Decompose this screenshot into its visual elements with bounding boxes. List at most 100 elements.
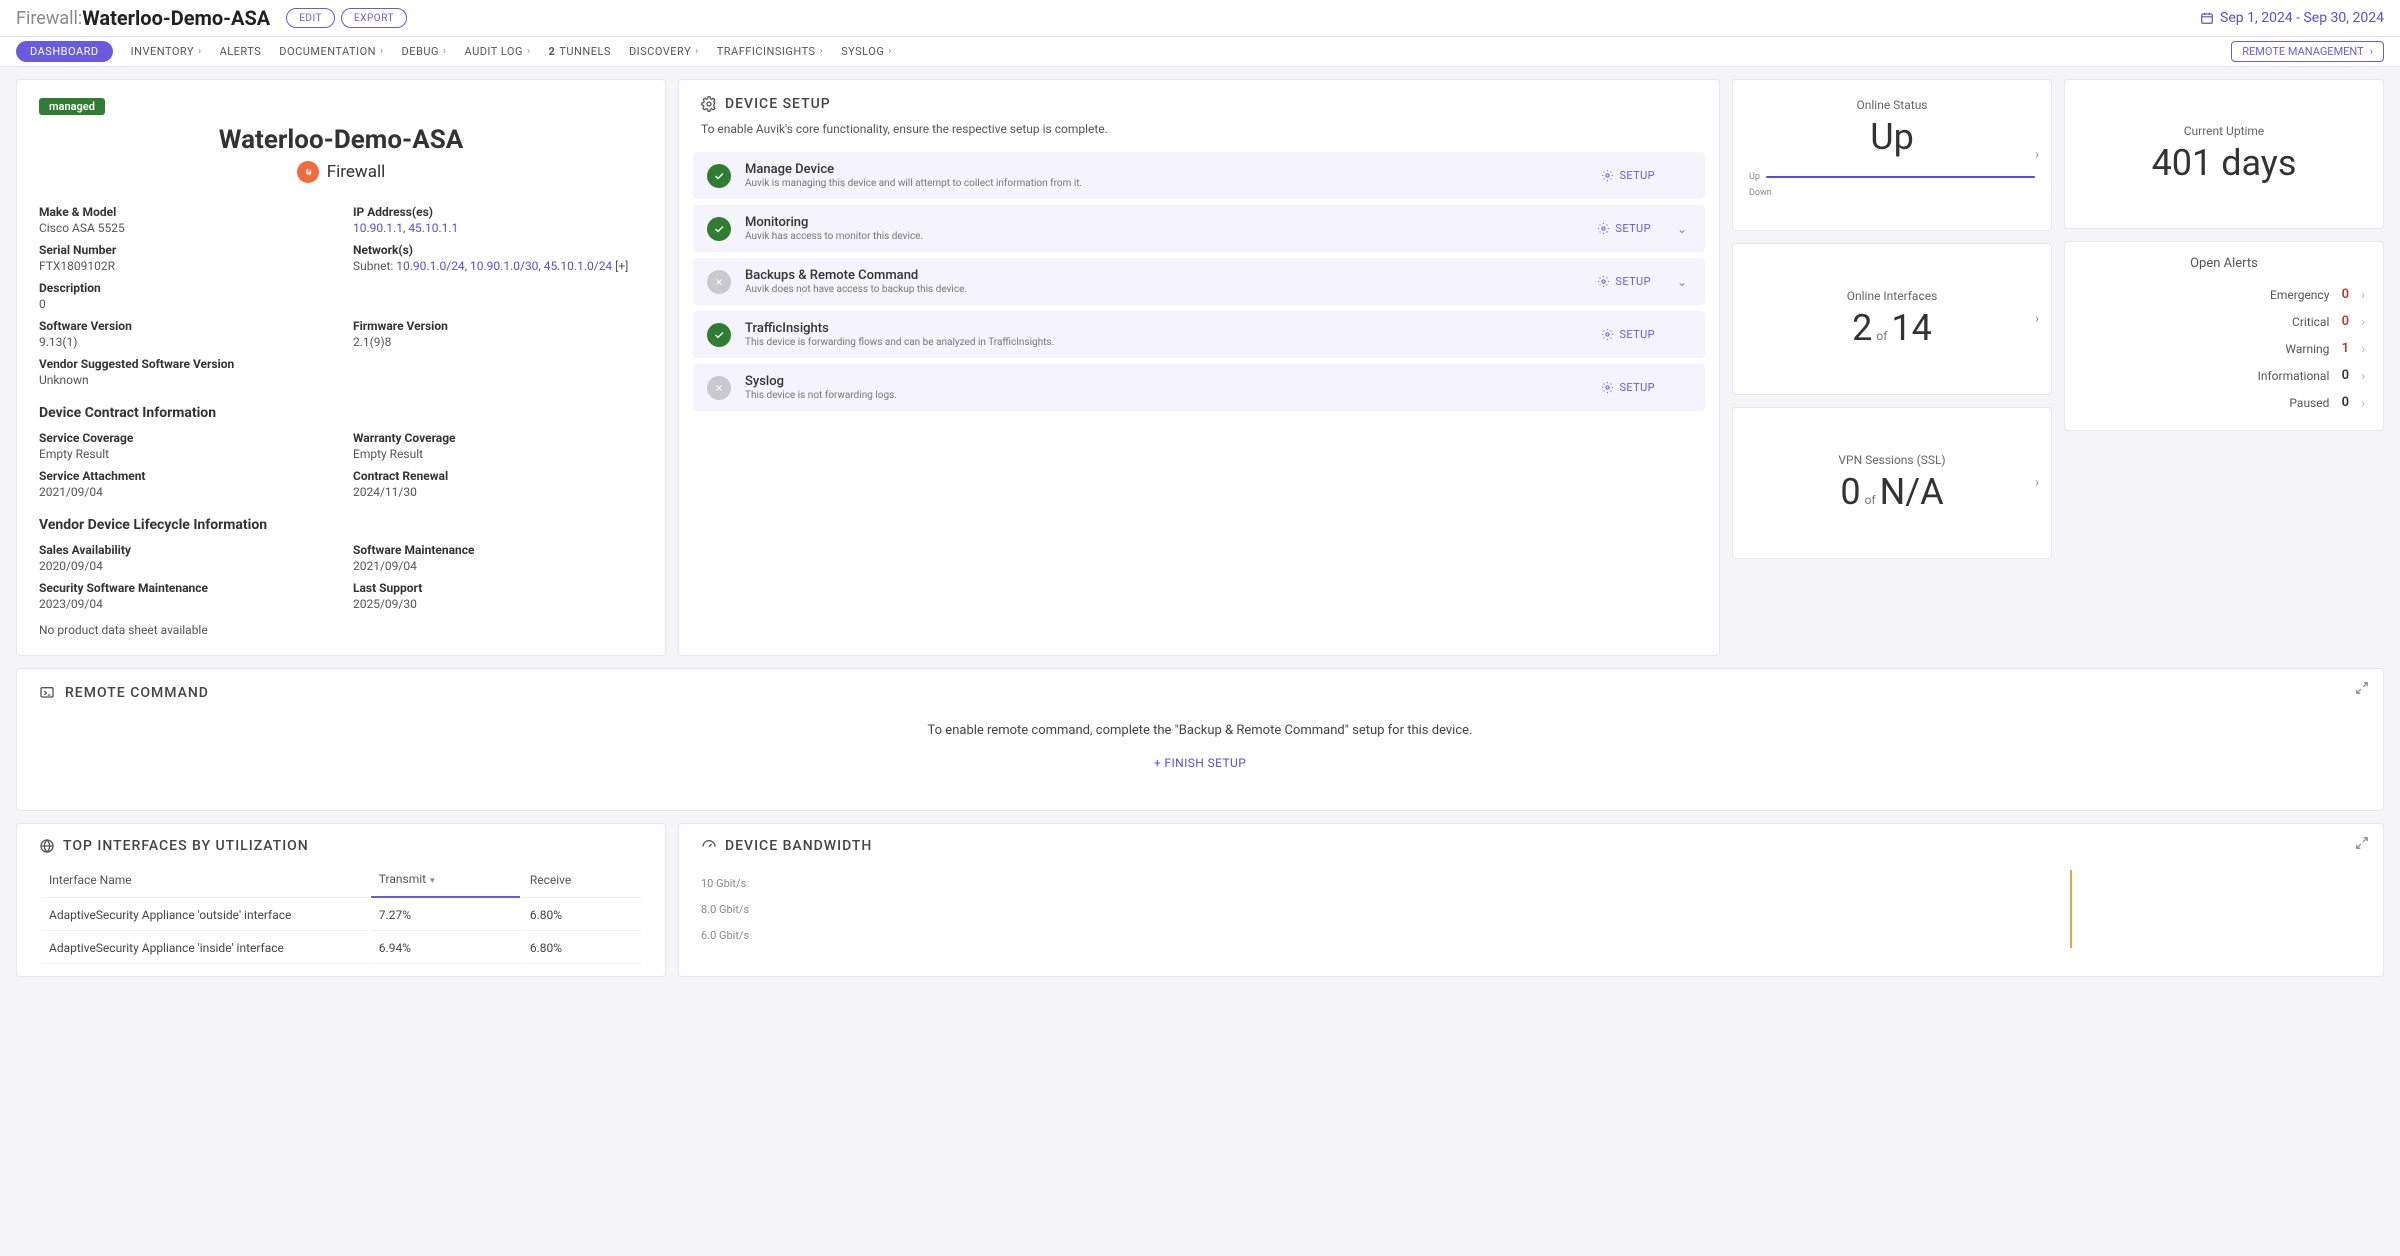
device-setup-card: DEVICE SETUP To enable Auvik's core func…	[678, 79, 1720, 656]
date-range-label: Sep 1, 2024 - Sep 30, 2024	[2220, 10, 2384, 26]
panel-title: TOP INTERFACES BY UTILIZATION	[63, 838, 309, 854]
panel-title: DEVICE BANDWIDTH	[725, 838, 872, 854]
chevron-right-icon: ›	[2361, 288, 2365, 302]
tab-alerts[interactable]: ALERTS	[220, 41, 262, 62]
edit-button[interactable]: EDIT	[286, 8, 335, 28]
page-title: Waterloo-Demo-ASA	[82, 6, 270, 30]
alert-row[interactable]: Informational0›	[2083, 362, 2365, 389]
expand-icon[interactable]	[2355, 681, 2369, 699]
panel-title: REMOTE COMMAND	[65, 685, 209, 701]
chevron-right-icon: ›	[198, 46, 202, 57]
setup-row: Backups & Remote CommandAuvik does not h…	[693, 258, 1705, 305]
setup-description: To enable Auvik's core functionality, en…	[679, 118, 1719, 152]
chevron-right-icon: ›	[2361, 315, 2365, 329]
device-info-card: managed Waterloo-Demo-ASA Firewall Make …	[16, 79, 666, 656]
setup-link[interactable]: SETUP	[1601, 169, 1655, 182]
chevron-right-icon: ›	[888, 46, 892, 57]
col-receive[interactable]: Receive	[522, 866, 641, 898]
tab-audit-log[interactable]: AUDIT LOG›	[465, 41, 531, 62]
top-interfaces-card: TOP INTERFACES BY UTILIZATION Interface …	[16, 823, 666, 977]
chevron-right-icon: ›	[380, 46, 384, 57]
gear-icon	[701, 96, 717, 112]
setup-row: TrafficInsightsThis device is forwarding…	[693, 311, 1705, 358]
remote-command-message: To enable remote command, complete the "…	[39, 701, 2361, 742]
table-row[interactable]: AdaptiveSecurity Appliance 'outside' int…	[41, 900, 641, 931]
x-icon	[707, 270, 731, 294]
breadcrumb-prefix: Firewall:	[16, 8, 82, 29]
online-status-card[interactable]: Online Status Up Up Down ›	[1732, 79, 2052, 231]
check-icon	[707, 323, 731, 347]
globe-icon	[39, 838, 55, 854]
ip-link[interactable]: 45.10.1.1	[408, 221, 458, 235]
network-link[interactable]: 10.90.1.0/24	[396, 259, 464, 273]
col-interface-name[interactable]: Interface Name	[41, 866, 369, 898]
vpn-sessions-card[interactable]: VPN Sessions (SSL) 0 of N/A ›	[1732, 407, 2052, 559]
chevron-right-icon: ›	[2370, 45, 2373, 58]
gauge-icon	[701, 838, 717, 854]
setup-link[interactable]: SETUP	[1597, 275, 1651, 288]
device-name: Waterloo-Demo-ASA	[39, 125, 643, 155]
online-interfaces-card[interactable]: Online Interfaces 2 of 14 ›	[1732, 243, 2052, 395]
tab-documentation[interactable]: DOCUMENTATION›	[279, 41, 383, 62]
tab-debug[interactable]: DEBUG›	[402, 41, 447, 62]
setup-row: Manage DeviceAuvik is managing this devi…	[693, 152, 1705, 199]
top-bar: Firewall: Waterloo-Demo-ASA EDIT EXPORT …	[0, 0, 2400, 37]
bandwidth-marker	[2070, 870, 2072, 948]
finish-setup-link[interactable]: + FINISH SETUP	[39, 756, 2361, 770]
tab-bar: DASHBOARD INVENTORY› ALERTS DOCUMENTATIO…	[0, 37, 2400, 67]
chevron-right-icon: ›	[2361, 396, 2365, 410]
chevron-right-icon: ›	[820, 46, 824, 57]
chevron-right-icon: ›	[2035, 312, 2039, 327]
terminal-icon	[39, 685, 55, 701]
tab-inventory[interactable]: INVENTORY›	[131, 41, 202, 62]
open-alerts-card: Open Alerts Emergency0›Critical0›Warning…	[2064, 241, 2384, 431]
device-type: Firewall	[327, 162, 385, 182]
setup-link[interactable]: SETUP	[1597, 222, 1651, 235]
chevron-right-icon: ›	[695, 46, 699, 57]
export-button[interactable]: EXPORT	[341, 8, 407, 28]
setup-link[interactable]: SETUP	[1601, 381, 1655, 394]
section-heading: Vendor Device Lifecycle Information	[39, 517, 643, 533]
remote-command-card: REMOTE COMMAND To enable remote command,…	[16, 668, 2384, 811]
chevron-right-icon: ›	[2035, 476, 2039, 491]
alert-row[interactable]: Warning1›	[2083, 335, 2365, 362]
alert-row[interactable]: Critical0›	[2083, 308, 2365, 335]
caret-down-icon: ▾	[430, 876, 435, 886]
uptime-card: Current Uptime 401 days	[2064, 79, 2384, 229]
online-status-chart: Up Down	[1749, 172, 2035, 198]
device-bandwidth-card: DEVICE BANDWIDTH 10 Gbit/s 8.0 Gbit/s 6.…	[678, 823, 2384, 977]
table-row[interactable]: AdaptiveSecurity Appliance 'inside' inte…	[41, 933, 641, 964]
setup-link[interactable]: SETUP	[1601, 328, 1655, 341]
calendar-icon	[2200, 11, 2214, 25]
tab-trafficinsights[interactable]: TRAFFICINSIGHTS›	[717, 41, 823, 62]
check-icon	[707, 164, 731, 188]
expand-icon[interactable]	[2355, 836, 2369, 854]
remote-management-button[interactable]: REMOTE MANAGEMENT›	[2231, 41, 2384, 62]
chevron-down-icon[interactable]: ⌄	[1677, 222, 1687, 236]
check-icon	[707, 217, 731, 241]
alert-row[interactable]: Emergency0›	[2083, 281, 2365, 308]
tab-syslog[interactable]: SYSLOG›	[841, 41, 892, 62]
alert-row[interactable]: Paused0›	[2083, 389, 2365, 416]
firewall-icon	[297, 161, 319, 183]
chevron-right-icon: ›	[2035, 148, 2039, 163]
panel-title: DEVICE SETUP	[725, 96, 831, 112]
chevron-right-icon: ›	[2361, 369, 2365, 383]
network-link[interactable]: 45.10.1.0/24	[544, 259, 612, 273]
x-icon	[707, 376, 731, 400]
network-link[interactable]: 10.90.1.0/30	[470, 259, 538, 273]
section-heading: Device Contract Information	[39, 405, 643, 421]
chevron-right-icon: ›	[443, 46, 447, 57]
col-transmit[interactable]: Transmit▾	[371, 866, 520, 898]
ip-link[interactable]: 10.90.1.1	[353, 221, 403, 235]
date-range-picker[interactable]: Sep 1, 2024 - Sep 30, 2024	[2200, 10, 2384, 26]
no-datasheet-note: No product data sheet available	[39, 623, 643, 637]
tab-discovery[interactable]: DISCOVERY›	[629, 41, 699, 62]
chevron-right-icon: ›	[527, 46, 531, 57]
tab-tunnels[interactable]: 2 TUNNELS	[549, 41, 611, 62]
chevron-down-icon[interactable]: ⌄	[1677, 275, 1687, 289]
expand-networks[interactable]: [+]	[612, 259, 628, 273]
status-badge: managed	[39, 98, 105, 115]
chevron-right-icon: ›	[2361, 342, 2365, 356]
tab-dashboard[interactable]: DASHBOARD	[16, 41, 113, 62]
